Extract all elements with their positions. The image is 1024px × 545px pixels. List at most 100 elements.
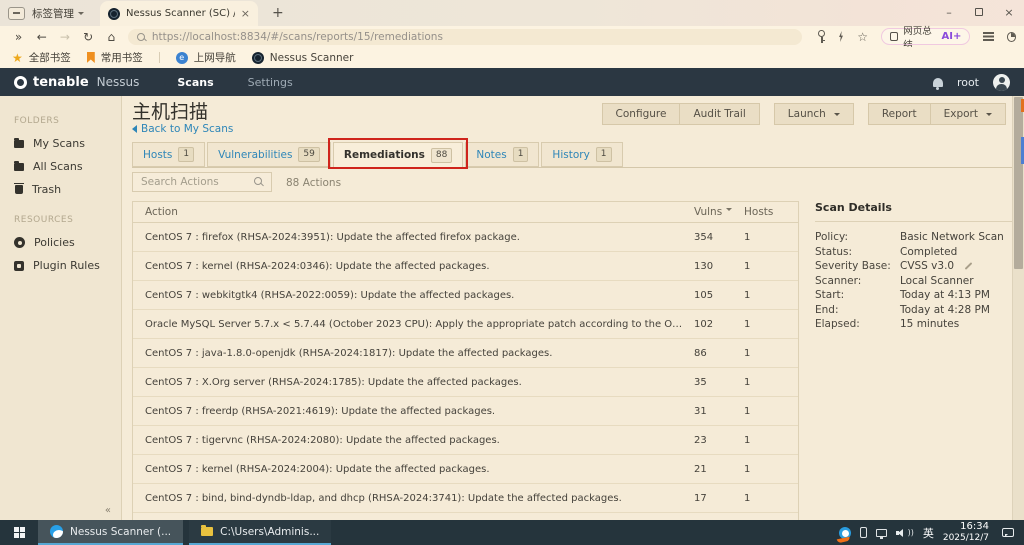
back-to-my-scans-link[interactable]: Back to My Scans [132,123,233,135]
sidebar-item-plugin-rules[interactable]: Plugin Rules [0,254,121,277]
avatar[interactable] [993,74,1010,91]
configure-button[interactable]: Configure [602,103,681,125]
column-action[interactable]: Action [145,206,694,218]
tab-list-icon[interactable] [8,7,25,20]
speaker-icon[interactable] [896,528,905,538]
nav-scans[interactable]: Scans [177,76,213,89]
search-actions-input[interactable] [132,172,272,192]
taskbar: Nessus Scanner (...C:\Users\Adminis... )… [0,520,1024,545]
table-row[interactable]: CentOS 7 : X.Org server (RHSA-2024:1785)… [133,368,798,397]
hosts-cell: 1 [744,406,786,417]
profile-icon[interactable] [1007,32,1016,42]
detail-label: Status: [815,245,900,260]
home-icon[interactable]: ⌂ [101,27,122,47]
maximize-button[interactable] [964,0,994,26]
tab-close-icon[interactable]: × [241,7,250,20]
detail-label: Elapsed: [815,317,900,332]
table-row[interactable]: CentOS 7 : bind, bind-dyndb-ldap, and dh… [133,484,798,513]
close-button[interactable]: × [994,0,1024,26]
browser-tab[interactable]: Nessus Scanner (SC) / Folde × [100,1,258,26]
detail-value: Basic Network Scan [900,230,1004,245]
notification-center-icon[interactable] [1002,528,1014,537]
hosts-cell: 1 [744,464,786,475]
taskbar-item-label: C:\Users\Adminis... [220,526,319,538]
table-row[interactable]: CentOS 7 : webkitgtk4 (RHSA-2022:0059): … [133,281,798,310]
table-row[interactable]: CentOS 7 : kernel (RHSA-2024:0346): Upda… [133,252,798,281]
chevron-down-icon [78,12,84,18]
tab-history[interactable]: History1 [541,142,622,167]
column-hosts[interactable]: Hosts [744,206,786,218]
tab-manager-button[interactable]: 标签管理 [32,6,84,21]
tab-notes[interactable]: Notes1 [465,142,539,167]
taskbar-item-nessus-scanner[interactable]: Nessus Scanner (... [38,520,183,545]
sidebar-item-label: All Scans [33,160,83,173]
button-label: Launch [788,108,826,120]
network-display-icon[interactable] [876,529,887,537]
page-title: 主机扫描 [132,97,208,124]
table-row[interactable]: CentOS 7 : freerdp (RHSA-2021:4619): Upd… [133,397,798,426]
nav-settings[interactable]: Settings [248,76,293,89]
edit-pencil-icon[interactable] [965,262,973,270]
user-name[interactable]: root [957,76,979,89]
tab-remediations[interactable]: Remediations88 [333,142,463,168]
scan-content: 主机扫描 Back to My Scans ConfigureAudit Tra… [122,96,1024,520]
table-row[interactable]: CentOS 7 : firefox (RHSA-2024:3951): Upd… [133,223,798,252]
phone-icon[interactable] [860,527,867,538]
audit-trail-button[interactable]: Audit Trail [680,103,759,125]
browser-tab-title: Nessus Scanner (SC) / Folde [126,8,235,19]
action-button-group: ConfigureAudit Trail [602,103,760,125]
table-row[interactable]: CentOS 7 : tigervnc (RHSA-2024:2080): Up… [133,426,798,455]
password-key-icon[interactable] [818,30,825,37]
actions-count: 88 Actions [286,177,341,189]
sidebar-item-policies[interactable]: Policies [0,231,121,254]
launch-button[interactable]: Launch [774,103,854,125]
action-button-group: ReportExport [868,103,1006,125]
table-row[interactable]: CentOS 7 : java-1.8.0-openjdk (RHSA-2024… [133,339,798,368]
windows-logo-icon [14,527,25,538]
notifications-bell-icon[interactable] [933,78,943,87]
e-circle-icon [176,52,188,64]
bookmark-item-[interactable]: 常用书签 [87,50,143,65]
bookmark-star-icon[interactable]: ☆ [857,31,868,43]
overflow-chevrons-icon[interactable]: » [8,27,29,47]
ime-language-indicator[interactable]: 英 [923,525,934,541]
url-bar[interactable]: https://localhost:8834/#/scans/reports/1… [128,29,802,45]
bookmark-item-[interactable]: 上网导航 [176,50,236,65]
tab-hosts[interactable]: Hosts1 [132,142,205,167]
scan-detail-row: End:Today at 4:28 PM [815,303,1015,318]
table-row[interactable]: CentOS 7 : kernel (RHSA-2024:2004): Upda… [133,455,798,484]
scrollbar-thumb[interactable] [1014,97,1023,269]
start-button[interactable] [0,520,38,545]
tenable-circle-icon [14,76,27,89]
new-tab-button[interactable]: + [272,5,284,21]
sidebar-item-all-scans[interactable]: All Scans [0,155,121,178]
taskbar-clock[interactable]: 16:34 2025/12/7 [943,521,989,545]
export-button[interactable]: Export [931,103,1006,125]
sidebar-item-trash[interactable]: Trash [0,178,121,201]
tenable-logo[interactable]: tenable Nessus [14,75,139,90]
nessus-favicon-icon [108,8,120,20]
ai-summary-button[interactable]: 网页总结 AI+ [881,28,970,45]
browser-tray-icon[interactable] [839,527,851,539]
tab-vulnerabilities[interactable]: Vulnerabilities59 [207,142,331,167]
tab-count-badge: 1 [513,147,529,162]
reload-icon[interactable]: ↻ [78,27,99,47]
forward-icon[interactable]: → [54,27,75,47]
bookmark-item-nessus-scanner[interactable]: Nessus Scanner [252,52,354,64]
hosts-cell: 1 [744,348,786,359]
sidebar-item-my-scans[interactable]: My Scans [0,132,121,155]
scan-detail-row: Policy:Basic Network Scan [815,230,1015,245]
report-button[interactable]: Report [868,103,931,125]
table-row[interactable]: Oracle MySQL Server 5.7.x < 5.7.44 (Octo… [133,310,798,339]
action-cell: CentOS 7 : freerdp (RHSA-2021:4619): Upd… [145,406,694,417]
page-scrollbar[interactable] [1012,96,1024,520]
lightning-icon[interactable] [838,31,845,42]
column-vulns[interactable]: Vulns [694,206,744,218]
back-icon[interactable]: ← [31,27,52,47]
bookmark-item-[interactable]: 全部书签 [12,50,71,65]
action-cell: CentOS 7 : kernel (RHSA-2024:0346): Upda… [145,261,694,272]
minimize-button[interactable]: – [934,0,964,26]
reading-list-icon[interactable] [983,32,993,34]
taskbar-item-c-users-adminis[interactable]: C:\Users\Adminis... [189,520,331,545]
sidebar-collapse-icon[interactable]: « [105,505,111,516]
